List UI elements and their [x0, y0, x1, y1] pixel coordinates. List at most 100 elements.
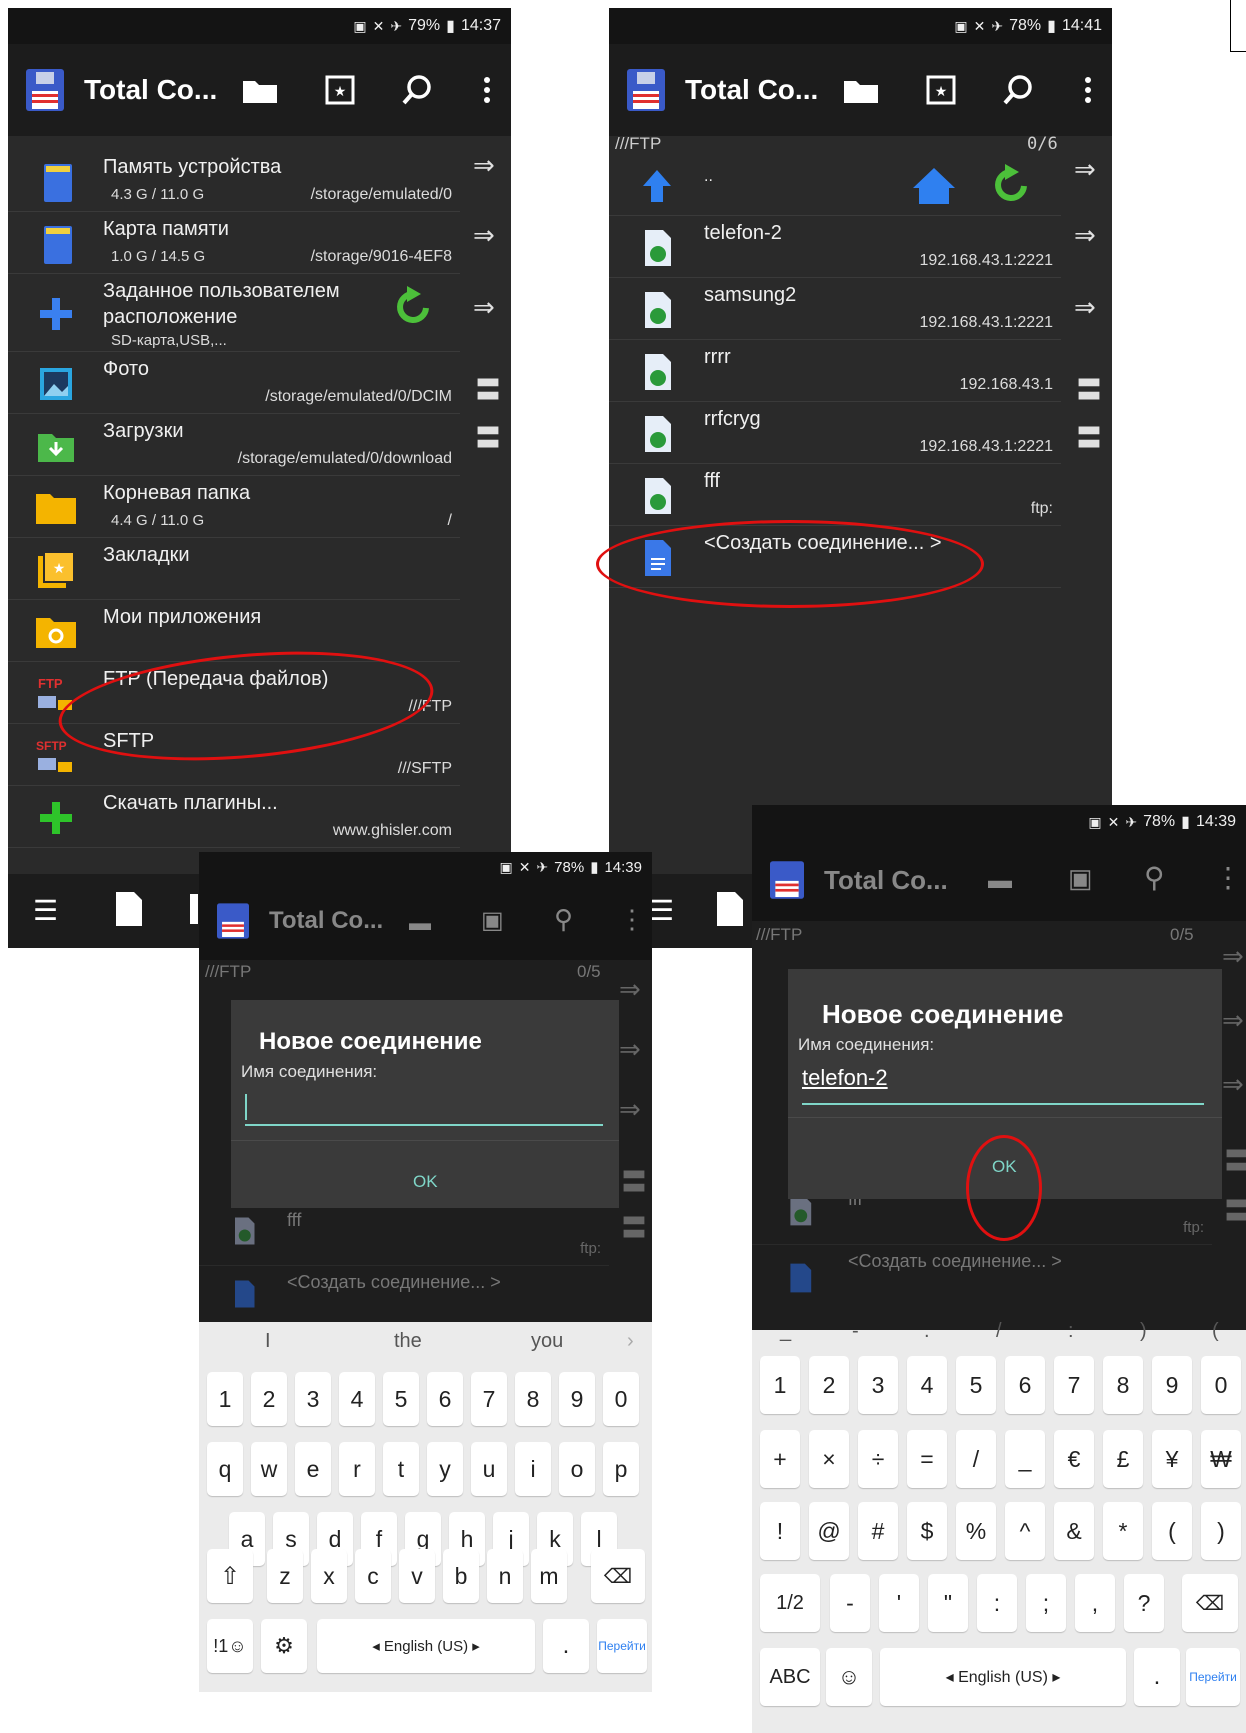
list-item-fff[interactable]: fff ftp: [609, 464, 1061, 526]
chevron-right-icon[interactable]: › [627, 1330, 634, 1353]
suggestion[interactable]: : [1068, 1320, 1074, 1343]
go-key[interactable]: Перейти [1186, 1648, 1240, 1706]
suggestion[interactable]: ) [1140, 1320, 1147, 1343]
backspace-key[interactable]: ⌫ [1182, 1574, 1238, 1632]
key[interactable]: ÷ [858, 1430, 898, 1488]
key[interactable]: 8 [515, 1372, 551, 1426]
bookmark-button[interactable]: ★ [917, 44, 965, 136]
key[interactable]: ? [1124, 1574, 1164, 1632]
key[interactable]: u [471, 1442, 507, 1496]
key[interactable]: 1 [207, 1372, 243, 1426]
symbols-key[interactable]: !1☺ [207, 1619, 253, 1673]
list-item-plugins[interactable]: Скачать плагины... www.ghisler.com [8, 786, 460, 848]
emoji-key[interactable]: ☺ [826, 1648, 872, 1706]
list-item-bookmarks[interactable]: ★ Закладки [8, 538, 460, 600]
settings-key[interactable]: ⚙ [261, 1619, 307, 1673]
key[interactable]: 7 [1054, 1356, 1094, 1414]
connection-name-input[interactable]: telefon-2 [802, 1065, 1204, 1105]
refresh-icon[interactable] [991, 164, 1031, 206]
suggestion[interactable]: you [531, 1330, 563, 1353]
go-key[interactable]: Перейти [597, 1619, 647, 1673]
key[interactable]: ^ [1005, 1502, 1045, 1560]
key[interactable]: ( [1152, 1502, 1192, 1560]
list-item-root[interactable]: Корневая папка 4.4 G / 11.0 G / [8, 476, 460, 538]
list-item-up[interactable]: .. [609, 154, 1061, 216]
suggestion[interactable]: I [265, 1330, 271, 1353]
key[interactable]: 2 [251, 1372, 287, 1426]
key[interactable]: 6 [427, 1372, 463, 1426]
key[interactable]: y [427, 1442, 463, 1496]
folder-button[interactable] [837, 44, 885, 136]
suggestion[interactable]: _ [780, 1320, 791, 1343]
key[interactable]: ¥ [1152, 1430, 1192, 1488]
key[interactable]: / [956, 1430, 996, 1488]
key[interactable]: n [487, 1549, 523, 1603]
arrow-right-icon[interactable]: ⇒ [473, 292, 495, 323]
space-key[interactable]: ◂ English (US) ▸ [880, 1648, 1126, 1706]
key[interactable]: 9 [1152, 1356, 1192, 1414]
backspace-key[interactable]: ⌫ [591, 1549, 645, 1603]
search-button[interactable] [994, 44, 1042, 136]
arrow-right-icon[interactable]: ⇒ [473, 220, 495, 251]
connection-name-input[interactable] [245, 1090, 603, 1126]
key[interactable]: 4 [339, 1372, 375, 1426]
key[interactable]: : [977, 1574, 1017, 1632]
list-item-telefon-2[interactable]: telefon-2 192.168.43.1:2221 [609, 216, 1061, 278]
select-list-icon[interactable]: ☰ [33, 894, 58, 927]
arrow-right-icon[interactable]: ⇒ [1074, 154, 1096, 185]
key[interactable]: 6 [1005, 1356, 1045, 1414]
bookmark-button[interactable]: ★ [316, 44, 364, 136]
key[interactable]: = [907, 1430, 947, 1488]
equals-icon[interactable]: 〓 [1076, 418, 1102, 455]
key[interactable]: 3 [858, 1356, 898, 1414]
key[interactable]: r [339, 1442, 375, 1496]
home-icon[interactable] [911, 166, 957, 206]
key[interactable]: 2 [809, 1356, 849, 1414]
overflow-menu-button[interactable] [1064, 44, 1112, 136]
file-icon[interactable] [717, 892, 743, 926]
key[interactable]: % [956, 1502, 996, 1560]
list-item-rrrr[interactable]: rrrr 192.168.43.1 [609, 340, 1061, 402]
key[interactable]: * [1103, 1502, 1143, 1560]
folder-button[interactable] [236, 44, 284, 136]
key[interactable]: c [355, 1549, 391, 1603]
equals-icon[interactable]: 〓 [475, 370, 501, 407]
list-item-device-memory[interactable]: Память устройства 4.3 G / 11.0 G /storag… [8, 150, 460, 212]
abc-key[interactable]: ABC [760, 1648, 820, 1706]
key[interactable]: 4 [907, 1356, 947, 1414]
key[interactable]: 3 [295, 1372, 331, 1426]
key[interactable]: " [928, 1574, 968, 1632]
file-icon[interactable] [116, 892, 142, 926]
list-item-rrfcryg[interactable]: rrfcryg 192.168.43.1:2221 [609, 402, 1061, 464]
key[interactable]: b [443, 1549, 479, 1603]
key[interactable]: 0 [603, 1372, 639, 1426]
key[interactable]: ₩ [1201, 1430, 1241, 1488]
key[interactable]: t [383, 1442, 419, 1496]
key[interactable]: + [760, 1430, 800, 1488]
list-item-memory-card[interactable]: Карта памяти 1.0 G / 14.5 G /storage/901… [8, 212, 460, 274]
key[interactable]: 0 [1201, 1356, 1241, 1414]
key[interactable]: & [1054, 1502, 1094, 1560]
ok-button[interactable]: OK [413, 1172, 438, 1192]
refresh-icon[interactable] [393, 286, 433, 328]
shift-key[interactable]: ⇧ [207, 1549, 253, 1603]
key[interactable]: p [603, 1442, 639, 1496]
list-item-sftp[interactable]: SFTP SFTP ///SFTP [8, 724, 460, 786]
key[interactable]: ; [1026, 1574, 1066, 1632]
key[interactable]: 5 [383, 1372, 419, 1426]
key[interactable]: m [531, 1549, 567, 1603]
search-button[interactable] [393, 44, 441, 136]
key[interactable]: € [1054, 1430, 1094, 1488]
overflow-menu-button[interactable] [463, 44, 511, 136]
key[interactable]: @ [809, 1502, 849, 1560]
equals-icon[interactable]: 〓 [1076, 370, 1102, 407]
page-key[interactable]: 1/2 [760, 1574, 820, 1632]
list-item-my-apps[interactable]: Мои приложения [8, 600, 460, 662]
key[interactable]: _ [1005, 1430, 1045, 1488]
arrow-right-icon[interactable]: ⇒ [473, 150, 495, 181]
key[interactable]: v [399, 1549, 435, 1603]
key[interactable]: # [858, 1502, 898, 1560]
dot-key[interactable]: . [1134, 1648, 1180, 1706]
suggestion[interactable]: - [852, 1320, 859, 1343]
ok-button[interactable]: OK [992, 1157, 1017, 1177]
